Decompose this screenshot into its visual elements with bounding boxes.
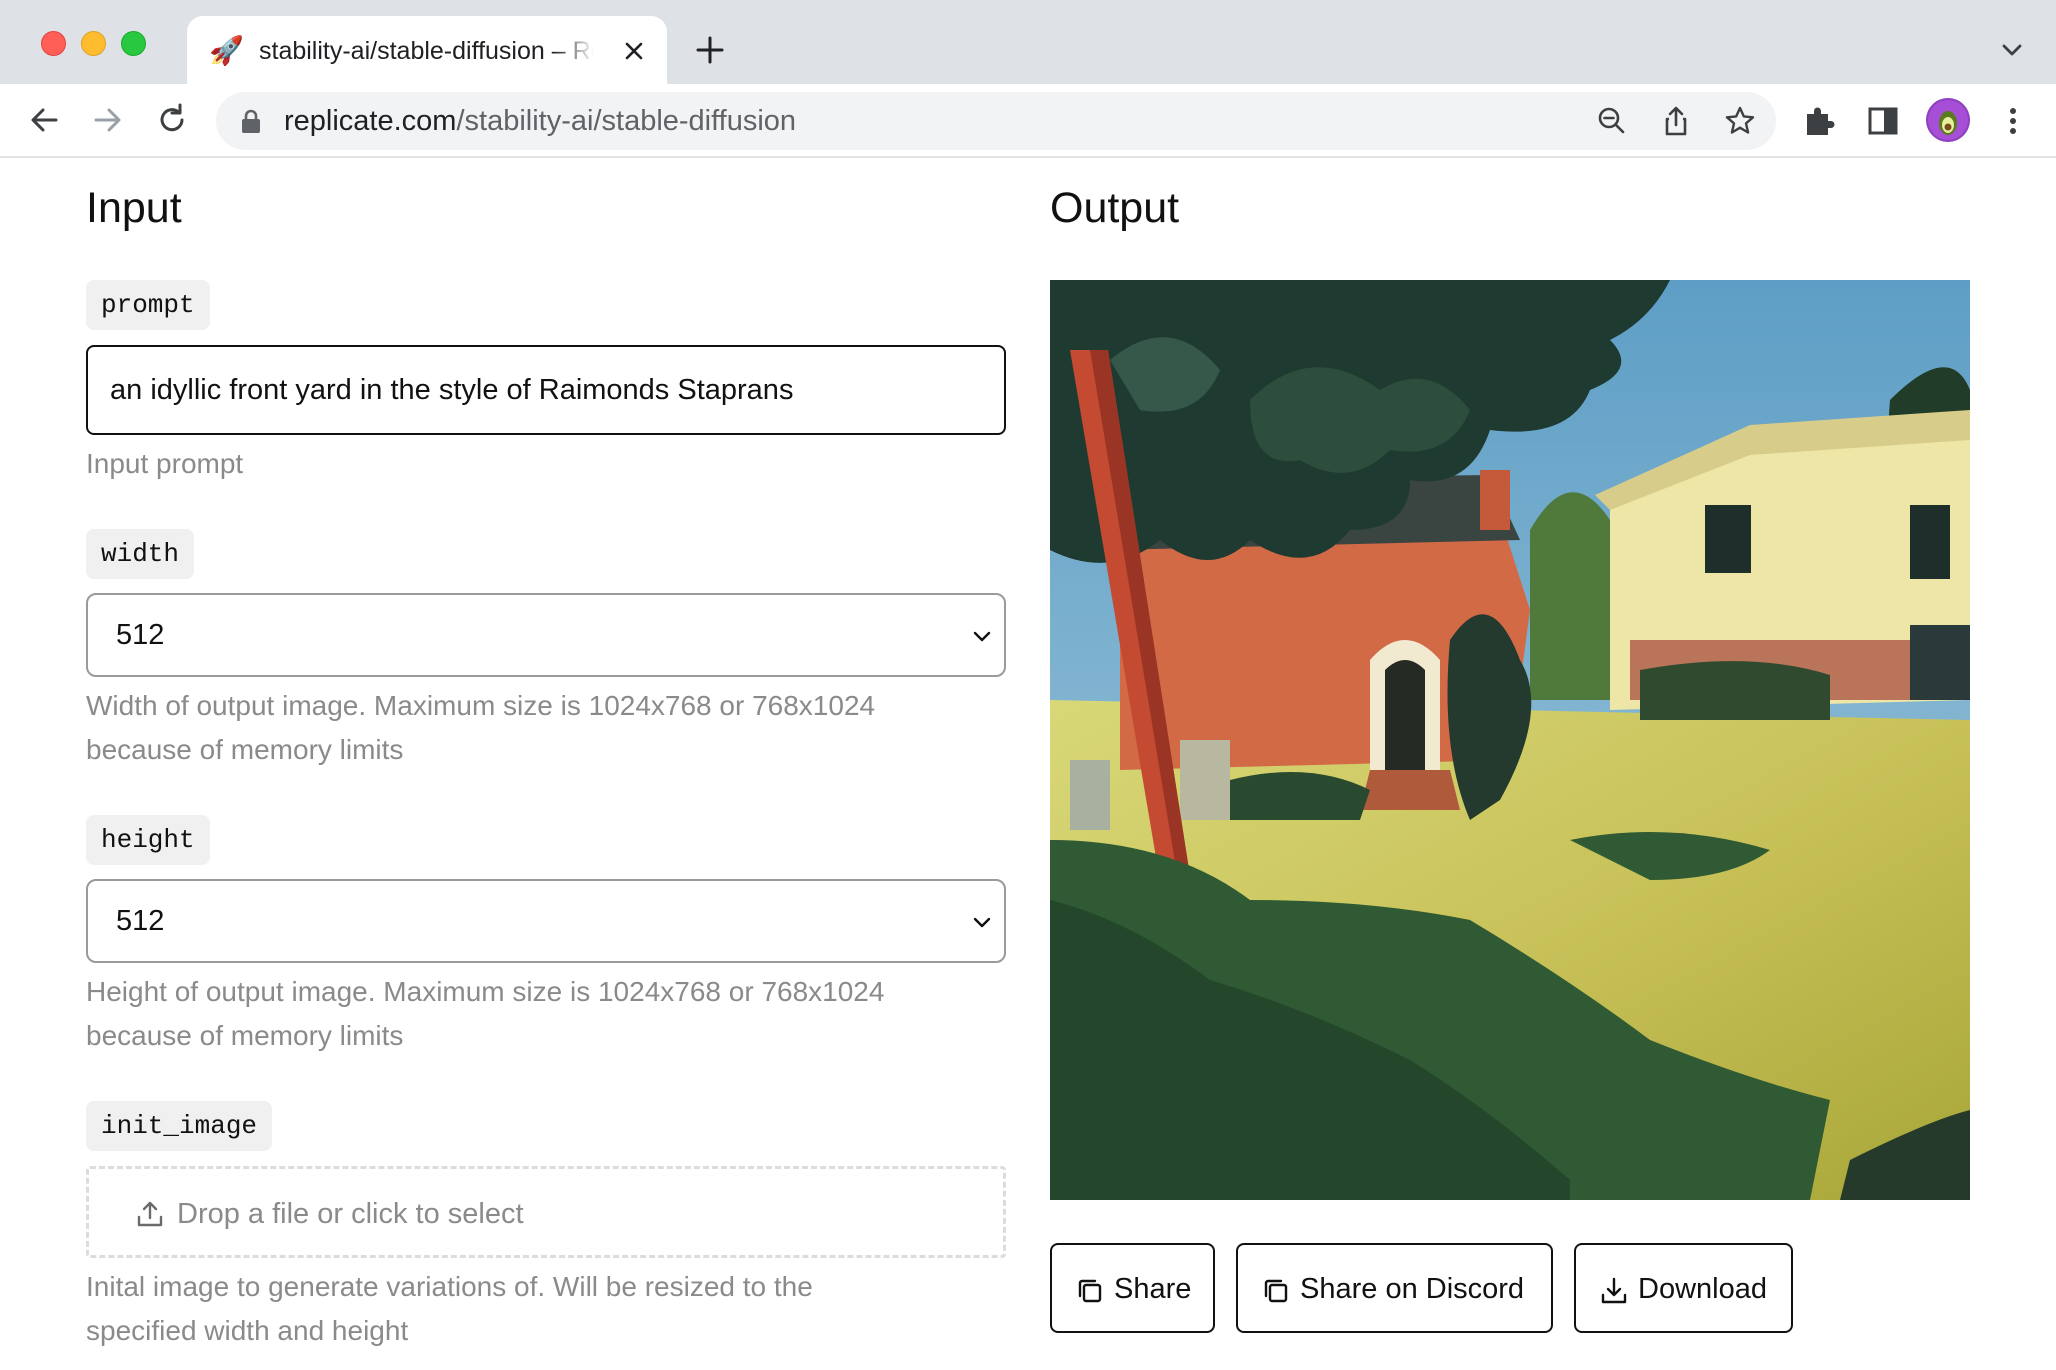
width-help-line-1: Width of output image. Maximum size is 1…: [86, 690, 876, 721]
reload-icon[interactable]: [150, 98, 194, 142]
height-label: height: [86, 815, 210, 865]
browser-tab-active[interactable]: 🚀 stability-ai/stable-diffusion – Replic…: [187, 16, 667, 84]
bookmark-star-icon[interactable]: [1722, 103, 1758, 139]
new-tab-plus-icon[interactable]: [690, 30, 730, 70]
address-bar[interactable]: replicate.com/stability-ai/stable-diffus…: [216, 92, 1776, 150]
output-image[interactable]: [1050, 280, 1970, 1200]
output-heading: Output: [1050, 184, 1180, 232]
init-image-help-line-1: Inital image to generate variations of. …: [86, 1271, 813, 1302]
generated-painting: [1050, 280, 1970, 1200]
download-button-label: Download: [1638, 1273, 1767, 1305]
profile-avatar[interactable]: [1926, 98, 1970, 142]
prompt-help-text: Input prompt: [86, 448, 244, 479]
side-panel-icon[interactable]: [1864, 102, 1902, 140]
url-host: replicate.com: [284, 105, 457, 137]
init-image-label: init_image: [86, 1101, 273, 1151]
copy-icon: [1264, 1279, 1288, 1303]
tab-list-chevron-icon[interactable]: [1996, 34, 2028, 66]
chevron-down-icon: [973, 917, 991, 928]
chevron-down-icon: [973, 631, 991, 642]
zoom-out-icon[interactable]: [1594, 103, 1630, 139]
dropzone-text: Drop a file or click to select: [177, 1198, 524, 1230]
width-label: width: [86, 529, 195, 579]
window-close-button[interactable]: [41, 31, 66, 56]
height-select-value: 512: [116, 905, 165, 937]
kebab-menu-icon[interactable]: [1994, 102, 2032, 140]
extensions-puzzle-icon[interactable]: [1800, 102, 1838, 140]
tab-title: stability-ai/stable-diffusion – Replicat…: [259, 37, 594, 65]
download-icon: [1601, 1277, 1627, 1304]
close-icon[interactable]: [617, 34, 651, 68]
share-on-discord-label: Share on Discord: [1300, 1273, 1525, 1305]
back-arrow-icon[interactable]: [22, 98, 66, 142]
prompt-label: prompt: [86, 280, 210, 330]
rocket-icon: 🚀: [209, 35, 244, 66]
upload-icon: [137, 1201, 163, 1227]
url-path: /stability-ai/stable-diffusion: [456, 105, 797, 137]
width-select-value: 512: [116, 619, 165, 651]
avocado-icon: [1928, 100, 1968, 140]
window-zoom-button[interactable]: [121, 31, 146, 56]
window-minimize-button[interactable]: [81, 31, 106, 56]
init-image-dropzone[interactable]: Drop a file or click to select: [86, 1166, 1006, 1258]
prompt-input[interactable]: an idyllic front yard in the style of Ra…: [86, 345, 1006, 435]
copy-icon: [1078, 1279, 1102, 1303]
browser-toolbar: replicate.com/stability-ai/stable-diffus…: [0, 84, 2056, 158]
share-button[interactable]: Share: [1050, 1243, 1215, 1333]
url-text[interactable]: replicate.com/stability-ai/stable-diffus…: [284, 102, 796, 140]
forward-arrow-icon[interactable]: [86, 98, 130, 142]
browser-tab-strip: 🚀 stability-ai/stable-diffusion – Replic…: [0, 0, 2056, 84]
init-image-help-line-2: specified width and height: [86, 1315, 409, 1346]
share-on-discord-button[interactable]: Share on Discord: [1236, 1243, 1553, 1333]
width-select[interactable]: 512: [86, 593, 1006, 677]
input-heading: Input: [86, 184, 182, 232]
height-select[interactable]: 512: [86, 879, 1006, 963]
height-help-line-2: because of memory limits: [86, 1020, 404, 1051]
share-icon[interactable]: [1658, 103, 1694, 139]
download-button[interactable]: Download: [1574, 1243, 1793, 1333]
width-help-line-2: because of memory limits: [86, 734, 404, 765]
share-button-label: Share: [1114, 1273, 1192, 1305]
height-help-line-1: Height of output image. Maximum size is …: [86, 976, 885, 1007]
lock-icon[interactable]: [240, 108, 262, 134]
